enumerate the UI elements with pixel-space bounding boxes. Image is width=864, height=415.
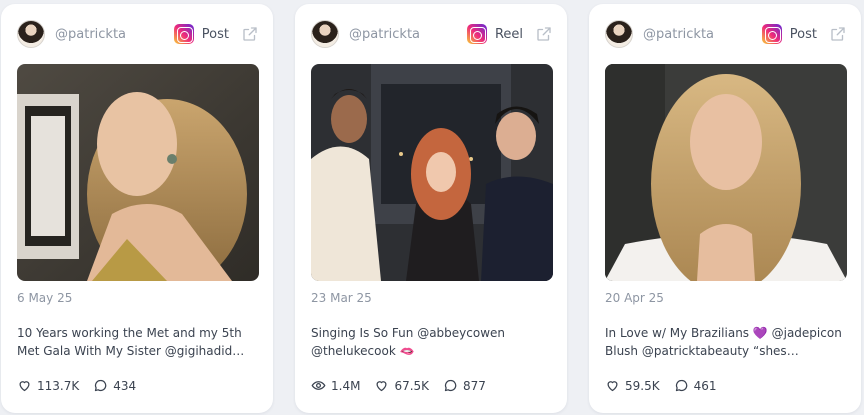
- post-caption: 10 Years working the Met and my 5th Met …: [17, 326, 242, 358]
- post-date: 23 Mar 25: [311, 291, 372, 305]
- likes-count: 59.5K: [625, 378, 660, 393]
- avatar[interactable]: [311, 20, 339, 48]
- views-stat: 1.4M: [311, 378, 360, 393]
- card-header: @patrickta Post: [17, 18, 259, 50]
- likes-stat: 67.5K: [374, 378, 429, 393]
- post-type-label: Post: [789, 26, 817, 42]
- heart-icon: [19, 381, 30, 392]
- views-count: 1.4M: [331, 378, 361, 393]
- comments-stat: 434: [93, 378, 136, 393]
- post-caption: Singing Is So Fun @abbeycowen @thelukeco…: [311, 326, 506, 358]
- avatar[interactable]: [17, 20, 45, 48]
- post-caption: In Love w/ My Brazilians 💜 @jadepicon Bl…: [605, 326, 842, 358]
- post-card[interactable]: @patrickta Post 6 May 25 10 Years workin…: [1, 4, 273, 413]
- external-link-icon[interactable]: [829, 25, 847, 43]
- card-header: @patrickta Post: [605, 18, 847, 50]
- comment-icon: [95, 379, 107, 392]
- post-stats: 59.5K 461: [605, 378, 731, 393]
- post-type-label: Reel: [494, 26, 523, 42]
- eye-icon: [311, 381, 326, 390]
- heart-icon: [607, 381, 618, 392]
- external-link-icon[interactable]: [535, 25, 553, 43]
- likes-stat: 59.5K: [605, 378, 660, 393]
- post-image[interactable]: [17, 64, 259, 281]
- post-image[interactable]: [605, 64, 847, 281]
- post-stats: 1.4M 67.5K 877: [311, 378, 500, 393]
- likes-count: 67.5K: [394, 378, 430, 393]
- likes-count: 113.7K: [37, 378, 80, 393]
- comments-stat: 461: [674, 378, 717, 393]
- heart-icon: [376, 381, 387, 392]
- avatar[interactable]: [605, 20, 633, 48]
- comment-icon: [675, 379, 687, 392]
- post-video-thumbnail[interactable]: [311, 64, 553, 281]
- post-type-label: Post: [201, 26, 229, 42]
- comments-count: 434: [113, 378, 137, 393]
- account-handle[interactable]: @patrickta: [349, 27, 467, 42]
- instagram-icon: [761, 24, 782, 44]
- instagram-icon: [466, 24, 487, 44]
- account-handle[interactable]: @patrickta: [55, 27, 174, 42]
- likes-stat: 113.7K: [17, 378, 79, 393]
- post-stats: 113.7K 434: [17, 378, 150, 393]
- comments-count: 461: [693, 378, 717, 393]
- post-date: 20 Apr 25: [605, 291, 664, 305]
- account-handle[interactable]: @patrickta: [643, 27, 762, 42]
- external-link-icon[interactable]: [241, 25, 259, 43]
- post-card[interactable]: @patrickta Post 20 Apr 25 In Love w/ My …: [589, 4, 861, 413]
- card-header: @patrickta Reel: [311, 18, 553, 50]
- comments-stat: 877: [443, 378, 486, 393]
- instagram-icon: [173, 24, 194, 44]
- post-card[interactable]: @patrickta Reel 23 Mar 25 Singing Is So …: [295, 4, 567, 413]
- post-date: 6 May 25: [17, 291, 73, 305]
- comment-icon: [444, 379, 457, 392]
- comments-count: 877: [463, 378, 486, 393]
